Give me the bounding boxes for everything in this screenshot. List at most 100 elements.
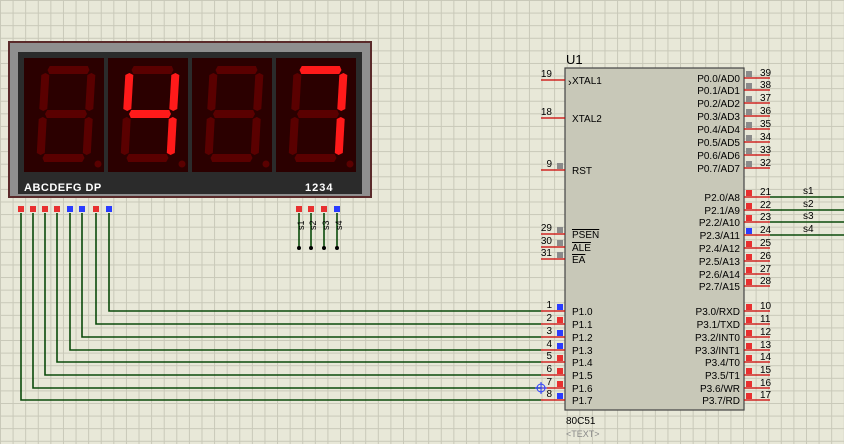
pin-state-marker: [557, 317, 563, 323]
cursor-crosshair-icon: [535, 382, 547, 394]
pin-number: 33: [760, 145, 772, 156]
pin-number: 29: [541, 223, 553, 234]
pin-number: 17: [760, 390, 772, 401]
pin-name: P1.7: [572, 396, 593, 407]
pin-number: 35: [760, 119, 772, 130]
pin-state-marker: [746, 279, 752, 285]
pin-state-marker: [746, 215, 752, 221]
pin-state-marker: [746, 83, 752, 89]
select-pin-label: s2: [308, 220, 318, 230]
pin-number: 13: [760, 340, 772, 351]
pin-number: 38: [760, 80, 772, 91]
pin-name: P2.4/A12: [699, 244, 741, 255]
pin-name: P1.0: [572, 307, 593, 318]
select-pin-s4[interactable]: s4: [334, 206, 344, 250]
select-pin-marker[interactable]: [334, 206, 340, 212]
pin-number: 18: [541, 107, 553, 118]
pin-number: 16: [760, 378, 772, 389]
schematic-canvas[interactable]: ABCDEFG DP 1234s1 s2 s3 s4U180C51<TEXT>19XTA…: [0, 0, 844, 444]
segment-pin[interactable]: [79, 206, 85, 212]
pin-state-marker: [746, 161, 752, 167]
pin-state-marker: [746, 203, 752, 209]
pin-name: P0.0/AD0: [697, 74, 740, 85]
pin-number: 3: [546, 326, 552, 337]
select-pin-marker[interactable]: [321, 206, 327, 212]
segment-pin[interactable]: [93, 206, 99, 212]
chip-text-placeholder: <TEXT>: [566, 429, 600, 439]
select-pin-terminal: [322, 246, 326, 250]
pin-name: P3.2/INT0: [695, 333, 740, 344]
pin-state-marker: [557, 304, 563, 310]
seven-segment-display[interactable]: ABCDEFG DP 1234: [8, 41, 372, 198]
net-label-s2: s2: [803, 199, 814, 210]
segment-g: [129, 110, 171, 118]
pin-name: P0.4/AD4: [697, 125, 740, 136]
pin-name: EA: [572, 255, 586, 266]
pin-state-marker: [746, 148, 752, 154]
pin-number: 6: [546, 364, 552, 375]
pin-name: P1.2: [572, 333, 593, 344]
pin-name: P1.5: [572, 371, 593, 382]
wire-segment-0[interactable]: [20, 213, 541, 401]
pin-number: 22: [760, 200, 772, 211]
pin-number: 37: [760, 93, 772, 104]
pin-state-marker: [557, 343, 563, 349]
decimal-point: [346, 160, 354, 168]
pin-state-marker: [746, 330, 752, 336]
pin-number: 32: [760, 158, 772, 169]
pin-name: P2.5/A13: [699, 257, 741, 268]
pin-name: P0.6/AD6: [697, 151, 740, 162]
pin-state-marker: [746, 267, 752, 273]
segment-pin[interactable]: [30, 206, 36, 212]
pin-number: 30: [541, 236, 553, 247]
pin-name: RST: [572, 166, 592, 177]
pin-name: P3.4/T0: [705, 358, 740, 369]
pin-state-marker: [746, 254, 752, 260]
segment-labels: ABCDEFG DP: [24, 182, 102, 194]
segment-pin[interactable]: [106, 206, 112, 212]
pin-number: 27: [760, 264, 772, 275]
pin-number: 1: [546, 300, 552, 311]
wire-segment-6[interactable]: [95, 213, 541, 325]
segment-pin[interactable]: [18, 206, 24, 212]
segment-d: [42, 154, 85, 162]
pin-name: P2.1/A9: [704, 206, 740, 217]
pin-name: P2.6/A14: [699, 270, 741, 281]
select-pin-marker[interactable]: [308, 206, 314, 212]
segment-pin[interactable]: [54, 206, 60, 212]
microcontroller-80c51[interactable]: U180C51<TEXT>19XTAL118XTAL29RST29PSEN30A…: [541, 52, 772, 439]
select-pin-s3[interactable]: s3: [321, 206, 331, 250]
select-pin-s1[interactable]: s1: [296, 206, 306, 250]
pin-name: P1.4: [572, 358, 593, 369]
pin-state-marker: [557, 393, 563, 399]
segment-pin[interactable]: [42, 206, 48, 212]
pin-number: 23: [760, 212, 772, 223]
net-label-s4: s4: [803, 224, 814, 235]
decimal-point: [262, 160, 270, 168]
pin-name: P1.1: [572, 320, 593, 331]
wire-segment-4[interactable]: [69, 213, 541, 351]
segment-a: [131, 66, 174, 74]
pin-number: 26: [760, 251, 772, 262]
pin-state-marker: [746, 241, 752, 247]
segment-d: [210, 154, 253, 162]
pin-state-marker: [557, 163, 563, 169]
select-pin-marker[interactable]: [296, 206, 302, 212]
segment-d: [294, 154, 337, 162]
pin-number: 36: [760, 106, 772, 117]
select-pin-s2[interactable]: s2: [308, 206, 318, 250]
select-pin-label: s1: [296, 220, 306, 230]
digit-4: [276, 58, 356, 172]
segment-pin[interactable]: [67, 206, 73, 212]
pin-state-marker: [746, 96, 752, 102]
pin-number: 9: [546, 159, 552, 170]
pin-name: P3.1/TXD: [697, 320, 740, 331]
pin-name: P2.7/A15: [699, 282, 741, 293]
pin-number: 12: [760, 327, 772, 338]
pin-name: P1.3: [572, 346, 593, 357]
xtal1-arrow: ›: [568, 77, 572, 89]
pin-state-marker: [746, 317, 752, 323]
pin-number: 39: [760, 68, 772, 79]
pin-name: P2.3/A11: [700, 231, 741, 242]
pin-name: P3.0/RXD: [696, 307, 740, 318]
